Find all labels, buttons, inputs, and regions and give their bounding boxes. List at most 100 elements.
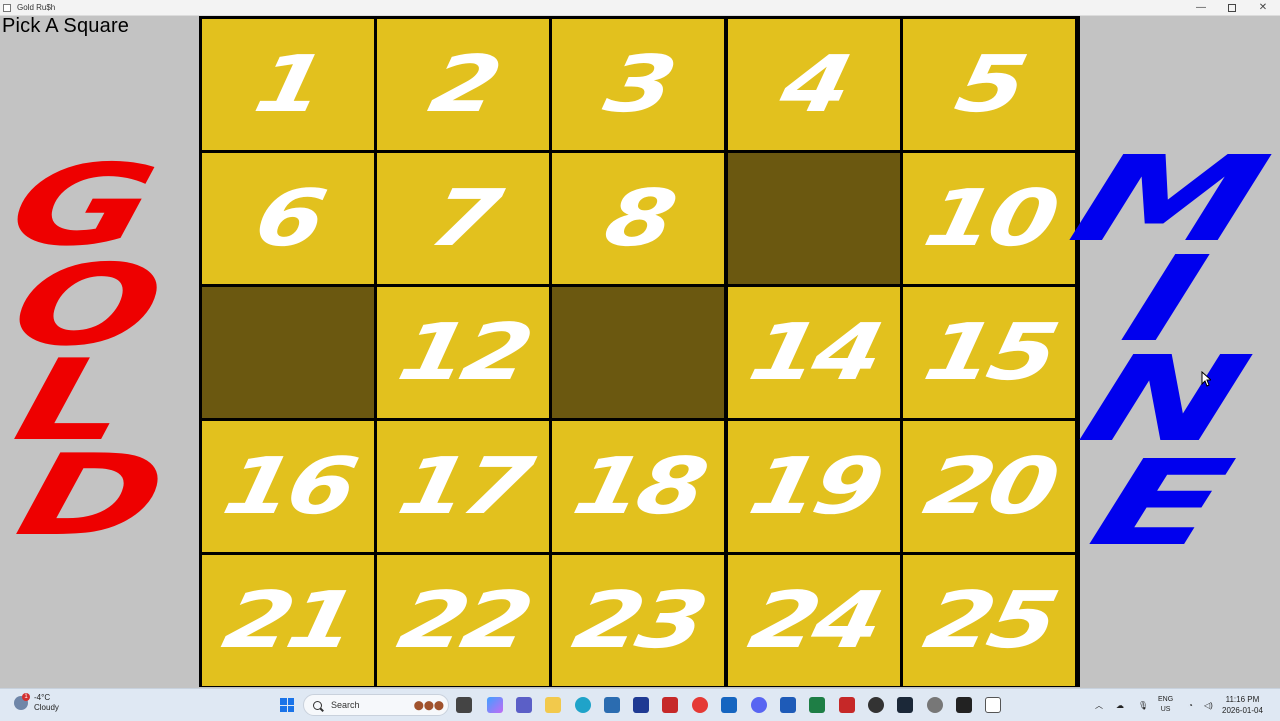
outlook-icon[interactable] [721,697,737,713]
edge-icon[interactable] [575,697,591,713]
maximize-button[interactable] [1217,0,1247,15]
square-10[interactable]: 10 [903,153,1075,284]
clock-date: 2026-01-04 [1222,706,1263,715]
onedrive-icon[interactable]: ☁ [1116,689,1124,721]
obs-icon[interactable] [868,697,884,713]
square-18[interactable]: 18 [552,421,724,552]
square-number: 4 [773,39,855,130]
close-button[interactable]: ✕ [1248,0,1278,15]
square-24[interactable]: 24 [728,555,900,686]
excel-icon[interactable] [809,697,825,713]
square-13 [552,287,724,418]
gold-letter: D [5,431,178,561]
square-17[interactable]: 17 [377,421,549,552]
square-number: 7 [422,173,504,264]
square-number: 22 [390,575,536,666]
square-number: 6 [247,173,329,264]
copilot-icon[interactable] [487,697,503,713]
square-22[interactable]: 22 [377,555,549,686]
steam-icon[interactable] [897,697,913,713]
teams-icon[interactable] [516,697,532,713]
weather-badge: 1 [22,693,30,701]
wifi-icon[interactable]: ◔ [1188,689,1193,721]
square-2[interactable]: 2 [377,19,549,150]
square-14[interactable]: 14 [728,287,900,418]
square-4[interactable]: 4 [728,19,900,150]
square-number: 3 [597,39,679,130]
search-highlight-icon: ⬤⬤⬤ [413,699,444,710]
system-clock[interactable]: 11:16 PM 2026-01-04 [1222,694,1263,716]
chrome-icon[interactable] [692,697,708,713]
maximize-icon [1228,3,1236,12]
lang-region: US [1160,706,1171,713]
square-number: 10 [916,173,1062,264]
square-21[interactable]: 21 [202,555,374,686]
weather-temp: -4°C [34,693,51,702]
square-3[interactable]: 3 [552,19,724,150]
square-number: 19 [741,441,887,532]
square-number: 12 [390,307,536,398]
minimize-button[interactable]: — [1186,0,1216,15]
mouse-cursor-icon [1201,371,1211,387]
window-titlebar: Gold Ru$h — ✕ [0,0,1280,16]
weather-widget[interactable]: 1 -4°C Cloudy [14,693,59,713]
search-icon [313,700,322,710]
square-6[interactable]: 6 [202,153,374,284]
square-number: 21 [215,575,361,666]
square-19[interactable]: 19 [728,421,900,552]
tray-chevron-icon[interactable]: ︿ [1095,689,1103,721]
square-number: 20 [916,441,1062,532]
square-23[interactable]: 23 [552,555,724,686]
minimize-icon: — [1196,2,1206,13]
unity-icon[interactable] [956,697,972,713]
square-5[interactable]: 5 [903,19,1075,150]
game-board: 1 2 3 4 5 6 7 8 10 12 14 15 16 17 18 19 20 21 22 23 24 25 [199,16,1080,687]
active-window-icon[interactable] [985,697,1001,713]
square-16[interactable]: 16 [202,421,374,552]
start-button[interactable] [280,698,294,712]
language-indicator[interactable]: ENG US [1158,695,1173,715]
volume-icon[interactable]: ◁) [1204,689,1213,721]
window-title: Gold Ru$h [17,3,56,12]
microphone-icon[interactable]: 🎙 [1138,689,1148,721]
square-9 [728,153,900,284]
file-explorer-icon[interactable] [545,697,561,713]
game-prompt: Pick A Square [2,15,130,37]
app-icon [3,3,11,12]
store-icon[interactable] [604,697,620,713]
search-label: Search [331,700,360,710]
square-number: 1 [247,39,329,130]
weather-desc: Cloudy [34,703,59,712]
close-icon: ✕ [1258,2,1268,13]
square-12[interactable]: 12 [377,287,549,418]
discord-icon[interactable] [751,697,767,713]
square-number: 17 [390,441,536,532]
l-app-icon[interactable] [633,697,649,713]
square-number: 14 [741,307,887,398]
lang-code: ENG [1158,696,1174,703]
square-1[interactable]: 1 [202,19,374,150]
clock-time: 11:16 PM [1225,695,1260,704]
square-number: 5 [948,39,1030,130]
mcafee-icon[interactable] [662,697,678,713]
windows-logo-icon [280,698,287,705]
taskbar-search[interactable]: Search ⬤⬤⬤ [303,694,449,716]
square-number: 23 [565,575,711,666]
word-icon[interactable] [780,697,796,713]
square-25[interactable]: 25 [903,555,1075,686]
square-number: 8 [597,173,679,264]
square-number: 15 [916,307,1062,398]
taskbar: 1 -4°C Cloudy Search ⬤⬤⬤ ︿ ☁ 🎙 ENG US ◔ … [0,688,1280,721]
red-app-icon[interactable] [839,697,855,713]
square-7[interactable]: 7 [377,153,549,284]
square-15[interactable]: 15 [903,287,1075,418]
square-number: 16 [215,441,361,532]
square-number: 18 [565,441,711,532]
app-disc-icon[interactable] [927,697,943,713]
square-20[interactable]: 20 [903,421,1075,552]
task-view-icon[interactable] [456,697,472,713]
square-number: 24 [741,575,887,666]
square-8[interactable]: 8 [552,153,724,284]
square-number: 2 [422,39,504,130]
square-number: 25 [916,575,1062,666]
